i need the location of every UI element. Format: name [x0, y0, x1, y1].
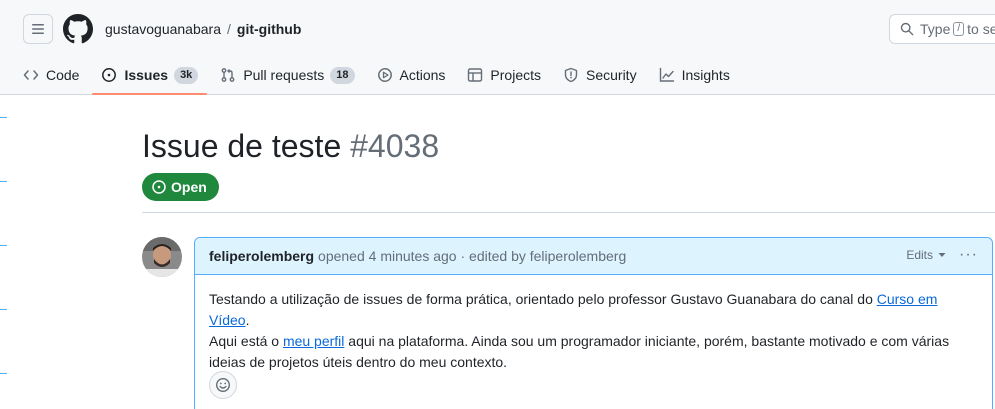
- search-placeholder-start: Type: [920, 21, 951, 37]
- git-pull-request-icon: [221, 68, 235, 82]
- tab-label: Pull requests: [243, 67, 325, 83]
- repo-nav-tabs: Code Issues 3k Pull requests 18 Actions …: [14, 56, 743, 95]
- table-icon: [468, 68, 483, 82]
- search-shortcut-key: /: [953, 22, 965, 36]
- search-input[interactable]: Type / to se: [889, 14, 995, 44]
- tab-label: Code: [46, 67, 80, 83]
- search-icon: [900, 22, 914, 36]
- comment-text-line1: Testando a utilização de issues de forma…: [209, 291, 877, 307]
- comment-header: feliperolemberg opened 4 minutes ago · e…: [195, 238, 992, 275]
- tab-label: Issues: [124, 67, 169, 83]
- search-placeholder-end: to se: [967, 21, 995, 37]
- triangle-down-icon: [938, 253, 946, 257]
- code-icon: [23, 70, 39, 80]
- issue-state-badge: Open: [142, 173, 219, 201]
- issue-title: Issue de teste #4038: [142, 126, 439, 166]
- issue-title-text: Issue de teste: [142, 128, 342, 164]
- tab-pull-requests[interactable]: Pull requests 18: [211, 56, 363, 94]
- github-logo-icon[interactable]: [63, 14, 93, 44]
- graph-icon: [659, 67, 674, 82]
- pull-requests-counter: 18: [330, 66, 355, 84]
- tab-actions[interactable]: Actions: [368, 56, 455, 94]
- comment-meta: opened 4 minutes ago ·: [318, 248, 466, 264]
- play-icon: [377, 68, 392, 82]
- edited-by-link[interactable]: edited by feliperolemberg: [469, 248, 626, 264]
- top-bar: gustavoguanabara / git-github Type / to se: [0, 0, 995, 56]
- issue-number: #4038: [350, 128, 440, 164]
- tab-projects[interactable]: Projects: [458, 56, 550, 94]
- repo-name-link[interactable]: git-github: [237, 21, 302, 37]
- breadcrumb-separator: /: [227, 21, 231, 37]
- header-divider: [142, 212, 995, 213]
- tab-insights[interactable]: Insights: [650, 56, 739, 94]
- issue-opened-icon: [152, 180, 166, 194]
- tab-label: Insights: [681, 67, 730, 83]
- breadcrumb: gustavoguanabara / git-github: [105, 19, 301, 39]
- more-actions-button[interactable]: ···: [959, 247, 978, 263]
- repo-owner-link[interactable]: gustavoguanabara: [105, 21, 221, 37]
- tab-label: Security: [586, 67, 637, 83]
- issue-state-label: Open: [171, 179, 207, 195]
- avatar[interactable]: [142, 237, 182, 277]
- issues-counter: 3k: [174, 66, 199, 84]
- smiley-icon: [215, 377, 231, 393]
- comment-text-line2: Aqui está o: [209, 333, 283, 349]
- comment-author-link[interactable]: feliperolemberg: [209, 248, 314, 264]
- hamburger-icon: [32, 24, 44, 34]
- tab-label: Actions: [399, 67, 446, 83]
- meu-perfil-link[interactable]: meu perfil: [283, 333, 344, 349]
- issue-opened-icon: [102, 68, 117, 82]
- add-reaction-button[interactable]: [209, 371, 237, 399]
- issue-comment: feliperolemberg opened 4 minutes ago · e…: [194, 237, 993, 409]
- tab-code[interactable]: Code: [14, 56, 88, 94]
- edits-dropdown[interactable]: Edits: [906, 248, 946, 262]
- global-menu-button[interactable]: [23, 14, 53, 44]
- tab-label: Projects: [490, 67, 541, 83]
- shield-icon: [564, 67, 578, 83]
- tab-security[interactable]: Security: [554, 56, 646, 94]
- tab-issues[interactable]: Issues 3k: [92, 56, 208, 95]
- edits-label: Edits: [906, 248, 933, 262]
- comment-text-line1-end: .: [245, 312, 250, 328]
- comment-body: Testando a utilização de issues de forma…: [195, 275, 975, 373]
- repo-header: gustavoguanabara / git-github Type / to se…: [0, 0, 995, 95]
